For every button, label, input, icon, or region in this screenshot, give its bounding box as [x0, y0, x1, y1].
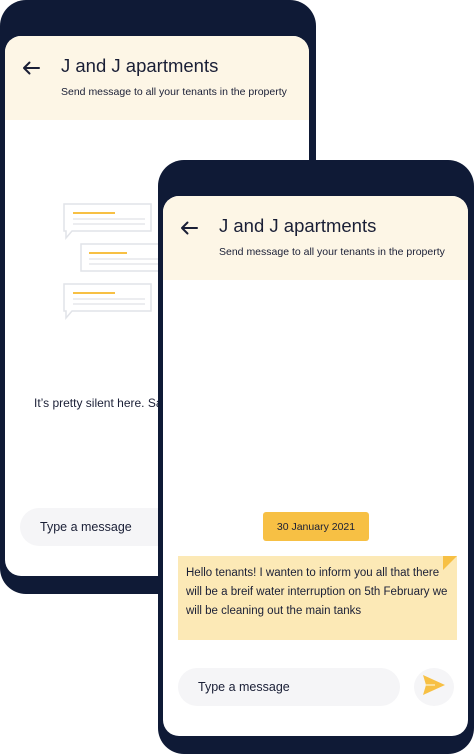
message-bubble: Hello tenants! I wanten to inform you al… — [178, 556, 457, 640]
message-input[interactable]: Type a message — [178, 668, 400, 706]
chat-subtitle: Send message to all your tenants in the … — [219, 246, 445, 258]
back-arrow-icon[interactable] — [21, 58, 41, 78]
send-button[interactable] — [414, 668, 454, 706]
bubble-corner-fold — [443, 556, 457, 570]
phone-front-frame: J and J apartments Send message to all y… — [158, 160, 474, 754]
send-icon — [422, 674, 446, 701]
message-input-placeholder: Type a message — [40, 520, 132, 534]
chat-header: J and J apartments Send message to all y… — [163, 196, 468, 280]
back-arrow-icon[interactable] — [179, 218, 199, 238]
empty-state-text: It’s pretty silent here. Sa — [34, 396, 163, 410]
message-text: Hello tenants! I wanten to inform you al… — [186, 567, 448, 617]
chat-title: J and J apartments — [219, 215, 377, 236]
chat-screen: J and J apartments Send message to all y… — [163, 196, 468, 736]
chat-subtitle: Send message to all your tenants in the … — [61, 86, 287, 98]
chat-title: J and J apartments — [61, 55, 219, 76]
message-input-placeholder: Type a message — [198, 680, 290, 694]
chat-header: J and J apartments Send message to all y… — [5, 36, 309, 120]
date-badge: 30 January 2021 — [263, 512, 369, 541]
